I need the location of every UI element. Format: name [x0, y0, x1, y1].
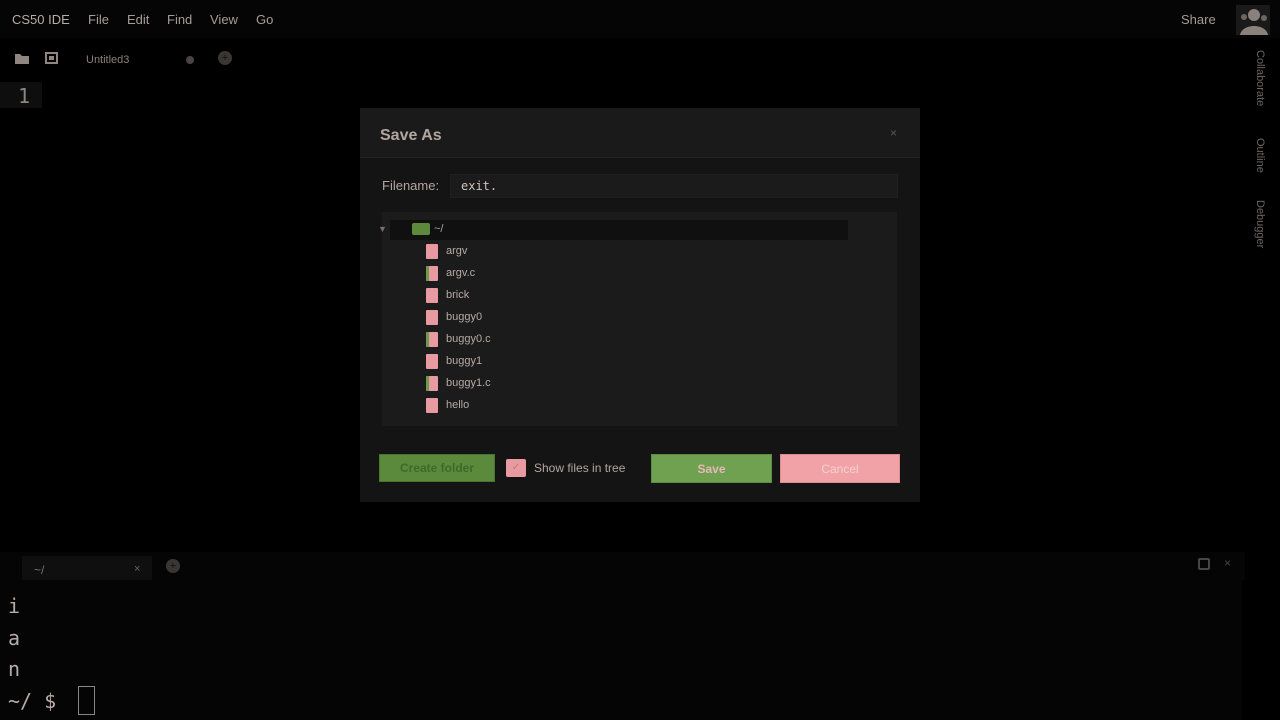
file-name: brick	[446, 289, 470, 301]
dialog-header: Save As ×	[360, 108, 920, 158]
file-icon	[426, 398, 438, 413]
tree-root-row[interactable]	[390, 220, 848, 240]
panel-collaborate[interactable]: Collaborate	[1254, 50, 1266, 106]
file-icon	[426, 244, 438, 259]
terminal-tab-close-icon[interactable]: ×	[134, 563, 140, 575]
terminal-tab-label[interactable]: ~/	[34, 563, 44, 577]
app-title[interactable]: CS50 IDE	[12, 12, 70, 27]
file-name: buggy1	[446, 355, 483, 367]
panel-debugger[interactable]: Debugger	[1254, 200, 1266, 248]
menu-file[interactable]: File	[88, 12, 109, 27]
user-avatar-icon[interactable]	[1236, 5, 1270, 35]
save-as-dialog: Save As × Filename: ▼ ~/ argv argv.c brick…	[360, 108, 920, 502]
folder-icon[interactable]	[14, 50, 30, 66]
panel-outline[interactable]: Outline	[1254, 138, 1266, 173]
terminal-cursor	[78, 686, 95, 715]
file-icon	[426, 266, 438, 281]
close-panel-icon[interactable]: ×	[1224, 556, 1231, 570]
file-name: argv	[446, 245, 468, 257]
show-files-label: Show files in tree	[534, 461, 626, 475]
folder-icon	[412, 223, 430, 235]
terminal-tab-bar	[0, 552, 1245, 580]
file-icon	[426, 288, 438, 303]
filename-label: Filename:	[382, 178, 440, 193]
show-files-checkbox[interactable]: ✓	[506, 459, 526, 477]
menu-bar: CS50 IDE File Edit Find View Go Share	[0, 0, 1280, 38]
file-name: buggy0.c	[446, 333, 491, 345]
file-icon	[426, 376, 438, 391]
file-icon	[426, 332, 438, 347]
file-name: argv.c	[446, 267, 476, 279]
dialog-title: Save As	[380, 127, 442, 144]
maximize-icon[interactable]	[1198, 558, 1210, 570]
unsaved-indicator-icon[interactable]	[186, 56, 194, 64]
menu-go[interactable]: Go	[256, 12, 273, 27]
file-name: hello	[446, 399, 470, 411]
add-tab-button[interactable]: +	[218, 51, 232, 65]
menu-find[interactable]: Find	[167, 12, 192, 27]
file-icon	[426, 354, 438, 369]
filename-input[interactable]	[450, 174, 898, 198]
save-button[interactable]: Save	[651, 454, 772, 483]
terminal-console[interactable]	[0, 580, 1242, 720]
terminal-prompt: ~/ $	[8, 689, 57, 713]
share-button[interactable]: Share	[1181, 12, 1216, 27]
add-terminal-button[interactable]: +	[166, 559, 180, 573]
dialog-close-icon[interactable]: ×	[890, 126, 897, 140]
terminal-line: a	[8, 626, 21, 650]
cancel-button[interactable]: Cancel	[780, 454, 900, 483]
file-icon	[426, 310, 438, 325]
expand-caret-icon[interactable]: ▼	[378, 224, 387, 234]
terminal-line: i	[8, 594, 21, 618]
menu-view[interactable]: View	[210, 12, 238, 27]
navigate-icon[interactable]	[44, 50, 60, 66]
file-name: buggy0	[446, 311, 483, 323]
tree-root-label: ~/	[434, 223, 444, 235]
file-name: buggy1.c	[446, 377, 491, 389]
line-number: 1	[18, 84, 31, 108]
menu-edit[interactable]: Edit	[127, 12, 149, 27]
tab-untitled3[interactable]: Untitled3	[86, 54, 129, 66]
create-folder-button[interactable]: Create folder	[379, 454, 495, 482]
terminal-line: n	[8, 657, 21, 681]
